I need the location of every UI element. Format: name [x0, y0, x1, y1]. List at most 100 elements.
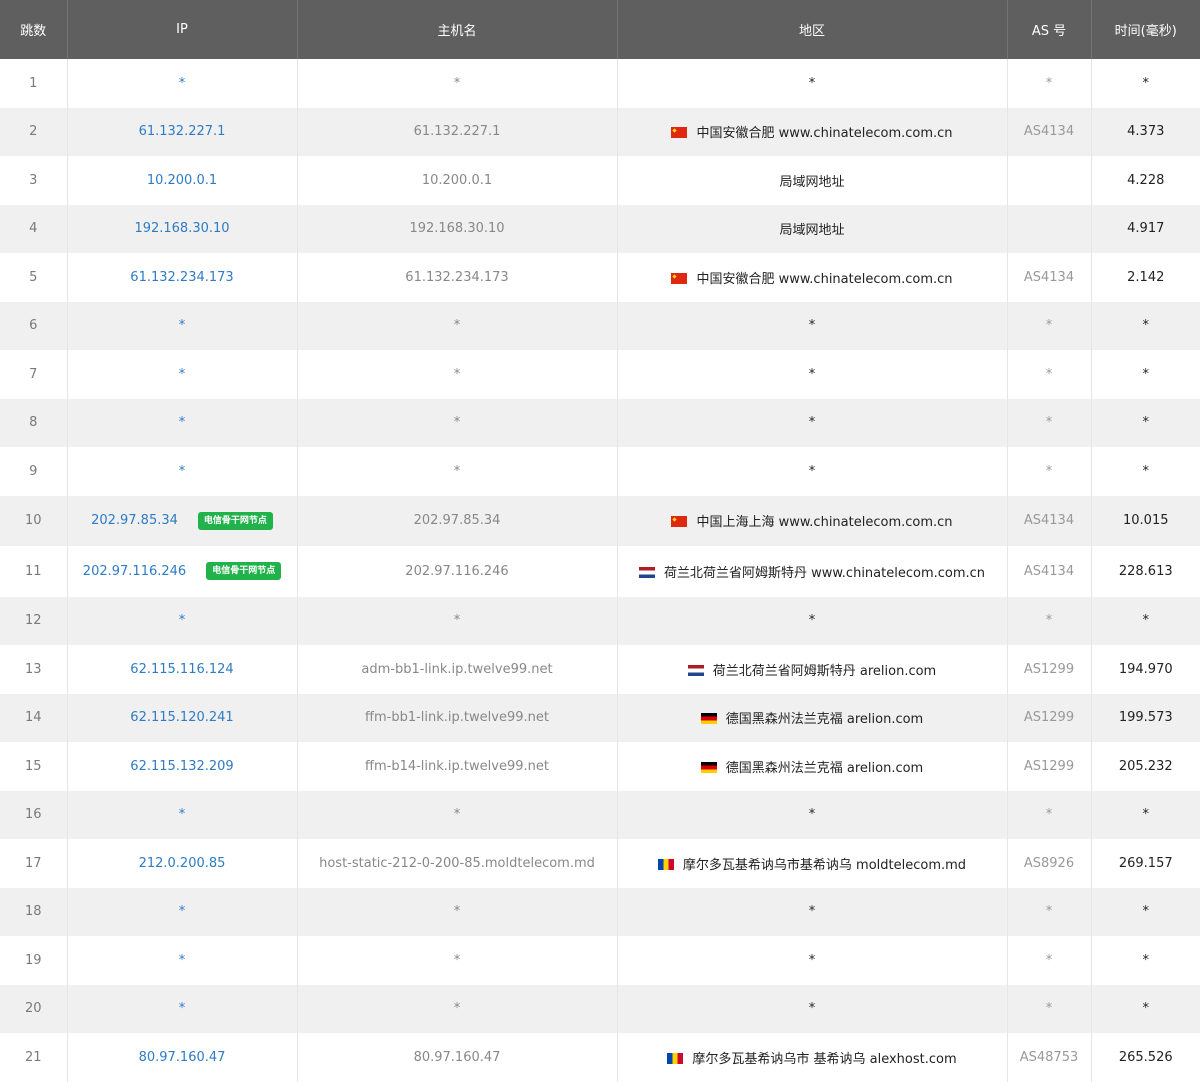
- hostname-cell: 192.168.30.10: [297, 204, 618, 253]
- column-header-hop[interactable]: 跳数: [0, 0, 68, 59]
- ip-link[interactable]: *: [179, 613, 186, 628]
- ip-link[interactable]: *: [179, 904, 186, 919]
- latency-cell: *: [1142, 415, 1150, 431]
- table-row: 16 * * * * *: [0, 790, 1200, 839]
- hop-number-cell: 10: [0, 495, 68, 546]
- latency-cell: 4.373: [1127, 124, 1165, 140]
- region-text: *: [808, 318, 816, 334]
- ip-link[interactable]: 202.97.85.34: [91, 513, 178, 528]
- ip-link[interactable]: *: [179, 415, 186, 430]
- region-text: 局域网地址: [779, 174, 845, 190]
- hostname-cell: *: [297, 398, 618, 447]
- ip-link[interactable]: 61.132.234.173: [130, 270, 233, 285]
- region-text: *: [808, 613, 816, 629]
- china-flag-icon: [671, 272, 688, 284]
- as-number-cell: *: [1007, 596, 1092, 645]
- ip-cell: 62.115.116.124: [67, 645, 298, 694]
- region-text: *: [808, 807, 816, 823]
- ip-link[interactable]: *: [179, 318, 186, 333]
- latency-cell: *: [1142, 613, 1150, 629]
- region-cell: *: [617, 936, 1008, 985]
- latency-cell: *: [1142, 1001, 1150, 1017]
- region-cell: 荷兰北荷兰省阿姆斯特丹 www.chinatelecom.com.cn: [617, 546, 1008, 597]
- traceroute-table: 跳数 IP 主机名 地区 AS 号 时间(毫秒) 1 * * * * * 2 61.132.2…: [0, 0, 1200, 1082]
- column-header-ip[interactable]: IP: [67, 0, 298, 59]
- china-flag-icon: [671, 516, 688, 528]
- ip-cell: *: [67, 887, 298, 936]
- region-text: 德国黑森州法兰克福 arelion.com: [725, 760, 924, 776]
- table-row: 1 * * * * *: [0, 59, 1200, 108]
- latency-cell: *: [1142, 952, 1150, 968]
- hop-number-cell: 11: [0, 546, 68, 597]
- region-cell: *: [617, 59, 1008, 108]
- table-header: 跳数 IP 主机名 地区 AS 号 时间(毫秒): [0, 0, 1200, 59]
- region-text: 中国安徽合肥 www.chinatelecom.com.cn: [696, 126, 953, 142]
- hostname-cell: *: [297, 350, 618, 399]
- ip-link[interactable]: *: [179, 953, 186, 968]
- latency-cell: 228.613: [1118, 563, 1173, 579]
- ip-cell: *: [67, 596, 298, 645]
- ip-link[interactable]: *: [179, 807, 186, 822]
- as-number-cell: AS1299: [1007, 645, 1092, 694]
- china-flag-icon: [671, 127, 688, 139]
- column-header-hostname[interactable]: 主机名: [297, 0, 618, 59]
- region-cell: *: [617, 398, 1008, 447]
- hostname-cell: 80.97.160.47: [297, 1033, 618, 1082]
- region-text: 中国安徽合肥 www.chinatelecom.com.cn: [696, 271, 953, 287]
- as-number-cell: *: [1007, 398, 1092, 447]
- region-text: *: [808, 952, 816, 968]
- region-text: 局域网地址: [779, 223, 845, 239]
- ip-link[interactable]: 61.132.227.1: [139, 124, 226, 139]
- ip-link[interactable]: 192.168.30.10: [134, 221, 229, 236]
- ip-link[interactable]: 80.97.160.47: [139, 1050, 226, 1065]
- netherlands-flag-icon: [638, 566, 655, 578]
- region-text: *: [808, 75, 816, 91]
- hostname-cell: *: [297, 447, 618, 496]
- ip-cell: *: [67, 447, 298, 496]
- column-header-region[interactable]: 地区: [617, 0, 1008, 59]
- region-cell: *: [617, 350, 1008, 399]
- ip-link[interactable]: 10.200.0.1: [147, 173, 217, 188]
- ip-cell: *: [67, 936, 298, 985]
- as-number-cell: AS48753: [1007, 1033, 1092, 1082]
- hop-number-cell: 4: [0, 204, 68, 253]
- ip-cell: 80.97.160.47: [67, 1033, 298, 1082]
- column-header-as[interactable]: AS 号: [1007, 0, 1092, 59]
- hop-number-cell: 16: [0, 790, 68, 839]
- as-number-cell: *: [1007, 790, 1092, 839]
- ip-cell: 62.115.132.209: [67, 742, 298, 791]
- ip-link[interactable]: *: [179, 76, 186, 91]
- hop-number-cell: 9: [0, 447, 68, 496]
- ip-link[interactable]: 202.97.116.246: [83, 564, 186, 579]
- as-number-cell: *: [1007, 350, 1092, 399]
- ip-link[interactable]: 62.115.116.124: [130, 662, 233, 677]
- region-cell: 局域网地址: [617, 204, 1008, 253]
- ip-link[interactable]: *: [179, 367, 186, 382]
- table-row: 21 80.97.160.47 80.97.160.47 摩尔多瓦基希讷乌市 基希讷乌…: [0, 1033, 1200, 1082]
- latency-cell: 2.142: [1127, 269, 1165, 285]
- ip-link[interactable]: 212.0.200.85: [139, 856, 226, 871]
- table-row: 10 202.97.85.34 电信骨干网节点 202.97.85.34 中国上海上海 …: [0, 495, 1200, 546]
- region-text: *: [808, 366, 816, 382]
- table-row: 8 * * * * *: [0, 398, 1200, 447]
- hop-number-cell: 20: [0, 984, 68, 1033]
- region-text: 摩尔多瓦基希讷乌市 基希讷乌 alexhost.com: [692, 1051, 957, 1067]
- ip-link[interactable]: *: [179, 464, 186, 479]
- ip-link[interactable]: 62.115.120.241: [130, 710, 233, 725]
- table-row: 12 * * * * *: [0, 596, 1200, 645]
- moldova-flag-icon: [657, 858, 674, 870]
- hostname-cell: host-static-212-0-200-85.moldtelecom.md: [297, 839, 618, 888]
- table-row: 5 61.132.234.173 61.132.234.173 中国安徽合肥 www.…: [0, 253, 1200, 302]
- hop-number-cell: 6: [0, 301, 68, 350]
- hostname-cell: *: [297, 301, 618, 350]
- column-header-time[interactable]: 时间(毫秒): [1091, 0, 1200, 59]
- hop-number-cell: 15: [0, 742, 68, 791]
- ip-link[interactable]: 62.115.132.209: [130, 759, 233, 774]
- as-number-cell: *: [1007, 984, 1092, 1033]
- table-row: 17 212.0.200.85 host-static-212-0-200-85.m…: [0, 839, 1200, 888]
- table-row: 7 * * * * *: [0, 350, 1200, 399]
- ip-link[interactable]: *: [179, 1001, 186, 1016]
- as-number-cell: [1007, 156, 1092, 205]
- hostname-cell: ffm-bb1-link.ip.twelve99.net: [297, 693, 618, 742]
- hop-number-cell: 17: [0, 839, 68, 888]
